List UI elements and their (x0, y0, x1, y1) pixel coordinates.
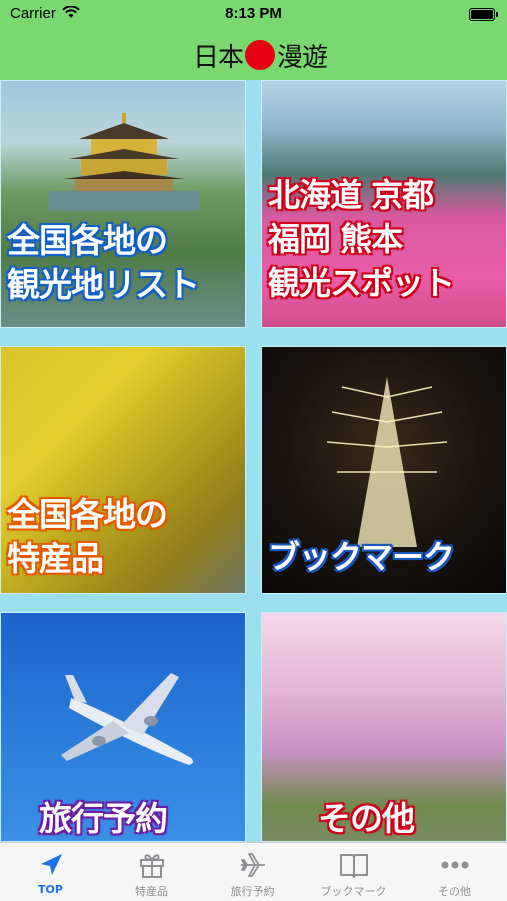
logo-text-right: 漫遊 (277, 42, 328, 73)
battery-icon (469, 8, 498, 21)
tab-travel-booking[interactable]: 旅行予約 (202, 843, 303, 901)
tab-label: TOP (38, 883, 63, 896)
tab-specialties[interactable]: 特産品 (101, 843, 202, 901)
tile-label-line: 福岡 熊本 (268, 220, 403, 258)
tab-label: 特産品 (135, 885, 168, 898)
golden-pavilion-photo (49, 113, 199, 211)
tile-label-line: その他 (318, 799, 415, 838)
airplane-icon (241, 853, 265, 877)
gift-icon (140, 854, 164, 878)
book-icon (340, 854, 368, 878)
tile-label: 全国各地の 特産品 (7, 493, 168, 581)
tile-tourist-spots[interactable]: 北海道 京都 福岡 熊本 観光スポット (261, 80, 507, 328)
illuminated-tree-photo (326, 377, 448, 547)
tile-label: 全国各地の 観光地リスト (7, 219, 200, 307)
tile-label: その他 (318, 797, 415, 841)
tile-bookmarks[interactable]: ブックマーク (261, 346, 507, 594)
tab-label: その他 (438, 885, 471, 898)
app-logo: 日本 漫遊 (193, 36, 328, 74)
tile-other[interactable]: その他 (261, 612, 507, 842)
tile-label-line: 特産品 (7, 539, 104, 578)
tile-local-specialties[interactable]: 全国各地の 特産品 (0, 346, 246, 594)
tab-top[interactable]: TOP (0, 843, 101, 901)
tile-label-line: ブックマーク (268, 538, 455, 576)
tab-label: 旅行予約 (230, 885, 275, 898)
tab-label: ブックマーク (320, 885, 387, 898)
tile-label-line: 北海道 京都 (268, 176, 434, 214)
tab-other[interactable]: その他 (404, 843, 505, 901)
tab-bookmarks[interactable]: ブックマーク (303, 843, 404, 901)
tile-label-line: 全国各地の (7, 221, 168, 260)
navigation-arrow-icon (41, 854, 62, 875)
tile-label: ブックマーク (268, 535, 455, 579)
tile-travel-booking[interactable]: 旅行予約 (0, 612, 246, 842)
tile-sightseeing-list[interactable]: 全国各地の 観光地リスト (0, 80, 246, 328)
menu-grid: 全国各地の 観光地リスト 北海道 京都 福岡 熊本 観光スポット 全国各地の 特… (0, 80, 507, 842)
airplane-photo (61, 673, 194, 765)
tile-label: 旅行予約 (39, 797, 168, 841)
tile-label-line: 旅行予約 (39, 799, 168, 838)
more-dots-icon (441, 861, 469, 869)
tile-label-line: 観光地リスト (7, 265, 200, 304)
tile-label: 北海道 京都 福岡 熊本 観光スポット (268, 173, 455, 305)
logo-text-left: 日本 (193, 42, 244, 73)
status-bar: Carrier 8:13 PM (0, 0, 507, 30)
rising-sun-icon (245, 40, 276, 70)
tab-bar: TOP 特産品 旅行予約 ブックマーク その他 (0, 842, 507, 901)
tile-label-line: 観光スポット (268, 264, 455, 302)
tile-label-line: 全国各地の (7, 495, 168, 534)
status-time: 8:13 PM (225, 5, 282, 22)
app-header: 日本 漫遊 (0, 30, 507, 80)
